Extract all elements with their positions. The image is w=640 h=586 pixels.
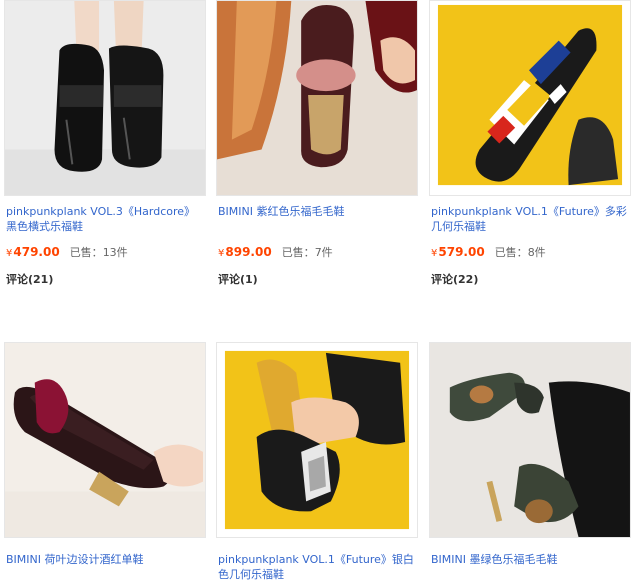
product-title-link[interactable]: pinkpunkplank VOL.3《Hardcore》黑色横式乐福鞋 xyxy=(6,204,206,234)
product-image[interactable] xyxy=(4,0,206,196)
black-loafers-image xyxy=(5,1,205,195)
product-image[interactable] xyxy=(216,342,418,538)
price-row: ¥479.00 已售：13件 xyxy=(6,245,206,261)
burgundy-fur-loafer-image xyxy=(217,1,417,195)
green-fur-loafer-image xyxy=(430,343,630,537)
reviews-link[interactable]: 评论(22) xyxy=(431,273,478,287)
reviews-label: 评论 xyxy=(6,273,28,286)
currency-symbol: ¥ xyxy=(431,248,438,259)
currency-symbol: ¥ xyxy=(218,248,225,259)
sold-count: 7件 xyxy=(314,246,333,259)
ruffle-wine-shoe-image xyxy=(5,343,205,537)
sold-count: 8件 xyxy=(527,246,546,259)
reviews-label: 评论 xyxy=(431,273,453,286)
product-title-link[interactable]: BIMINI 紫红色乐福毛毛鞋 xyxy=(218,204,418,219)
sold-label: 已售： xyxy=(69,246,103,259)
product-title-link[interactable]: pinkpunkplank VOL.1《Future》多彩几何乐福鞋 xyxy=(431,204,631,234)
product-price: 579.00 xyxy=(438,245,485,259)
product-title-link[interactable]: BIMINI 墨绿色乐福毛毛鞋 xyxy=(431,552,631,567)
product-title-link[interactable]: BIMINI 荷叶边设计酒红单鞋 xyxy=(6,552,206,567)
sold-label: 已售： xyxy=(281,246,315,259)
silver-geometric-loafer-image xyxy=(217,343,417,537)
reviews-link[interactable]: 评论(1) xyxy=(218,273,258,287)
reviews-link[interactable]: 评论(21) xyxy=(6,273,53,287)
sold-count: 13件 xyxy=(102,246,128,259)
price-row: ¥899.00 已售：7件 xyxy=(218,245,418,261)
currency-symbol: ¥ xyxy=(6,248,13,259)
multicolor-geometric-loafer-image xyxy=(430,1,630,195)
reviews-count: (1) xyxy=(240,273,258,286)
product-price: 899.00 xyxy=(225,245,272,259)
product-title-link[interactable]: pinkpunkplank VOL.1《Future》银白色几何乐福鞋 xyxy=(218,552,418,582)
sold-label: 已售： xyxy=(494,246,528,259)
product-grid: pinkpunkplank VOL.3《Hardcore》黑色横式乐福鞋 ¥47… xyxy=(0,0,640,586)
reviews-count: (22) xyxy=(453,273,479,286)
product-image[interactable] xyxy=(429,342,631,538)
product-price: 479.00 xyxy=(13,245,60,259)
price-row: ¥579.00 已售：8件 xyxy=(431,245,631,261)
product-image[interactable] xyxy=(216,0,418,196)
product-image[interactable] xyxy=(4,342,206,538)
reviews-label: 评论 xyxy=(218,273,240,286)
product-image[interactable] xyxy=(429,0,631,196)
reviews-count: (21) xyxy=(28,273,54,286)
